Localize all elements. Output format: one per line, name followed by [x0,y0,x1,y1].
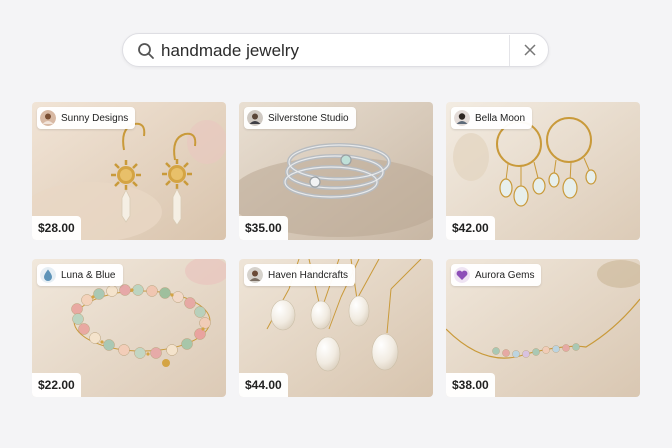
shop-badge[interactable]: Sunny Designs [37,107,136,129]
close-icon [523,44,536,56]
price-label: $22.00 [32,373,81,397]
search-icon [138,43,154,59]
price-label: $44.00 [239,373,288,397]
shop-badge[interactable]: Bella Moon [451,107,533,129]
shop-name: Luna & Blue [61,269,116,281]
product-card[interactable]: Aurora Gems $38.00 [446,259,640,397]
clear-search-button[interactable] [510,34,549,66]
heart-icon [454,267,470,283]
product-card[interactable]: Bella Moon $42.00 [446,102,640,240]
avatar [40,110,56,126]
product-card[interactable]: Haven Handcrafts $44.00 [239,259,433,397]
price-label: $42.00 [446,216,495,240]
droplet-icon [40,267,56,283]
search-input[interactable] [161,38,521,64]
shop-badge[interactable]: Haven Handcrafts [244,264,356,286]
shop-badge[interactable]: Aurora Gems [451,264,542,286]
shop-name: Silverstone Studio [268,112,349,124]
price-label: $35.00 [239,216,288,240]
price-label: $38.00 [446,373,495,397]
price-label: $28.00 [32,216,81,240]
shop-name: Haven Handcrafts [268,269,349,281]
product-card[interactable]: Luna & Blue $22.00 [32,259,226,397]
avatar [247,110,263,126]
avatar [247,267,263,283]
shop-name: Aurora Gems [475,269,535,281]
shop-name: Sunny Designs [61,112,129,124]
avatar [454,110,470,126]
shop-name: Bella Moon [475,112,526,124]
product-card[interactable]: Silverstone Studio $35.00 [239,102,433,240]
search-bar[interactable] [122,33,549,67]
shop-badge[interactable]: Silverstone Studio [244,107,356,129]
product-card[interactable]: Sunny Designs $28.00 [32,102,226,240]
shop-badge[interactable]: Luna & Blue [37,264,123,286]
